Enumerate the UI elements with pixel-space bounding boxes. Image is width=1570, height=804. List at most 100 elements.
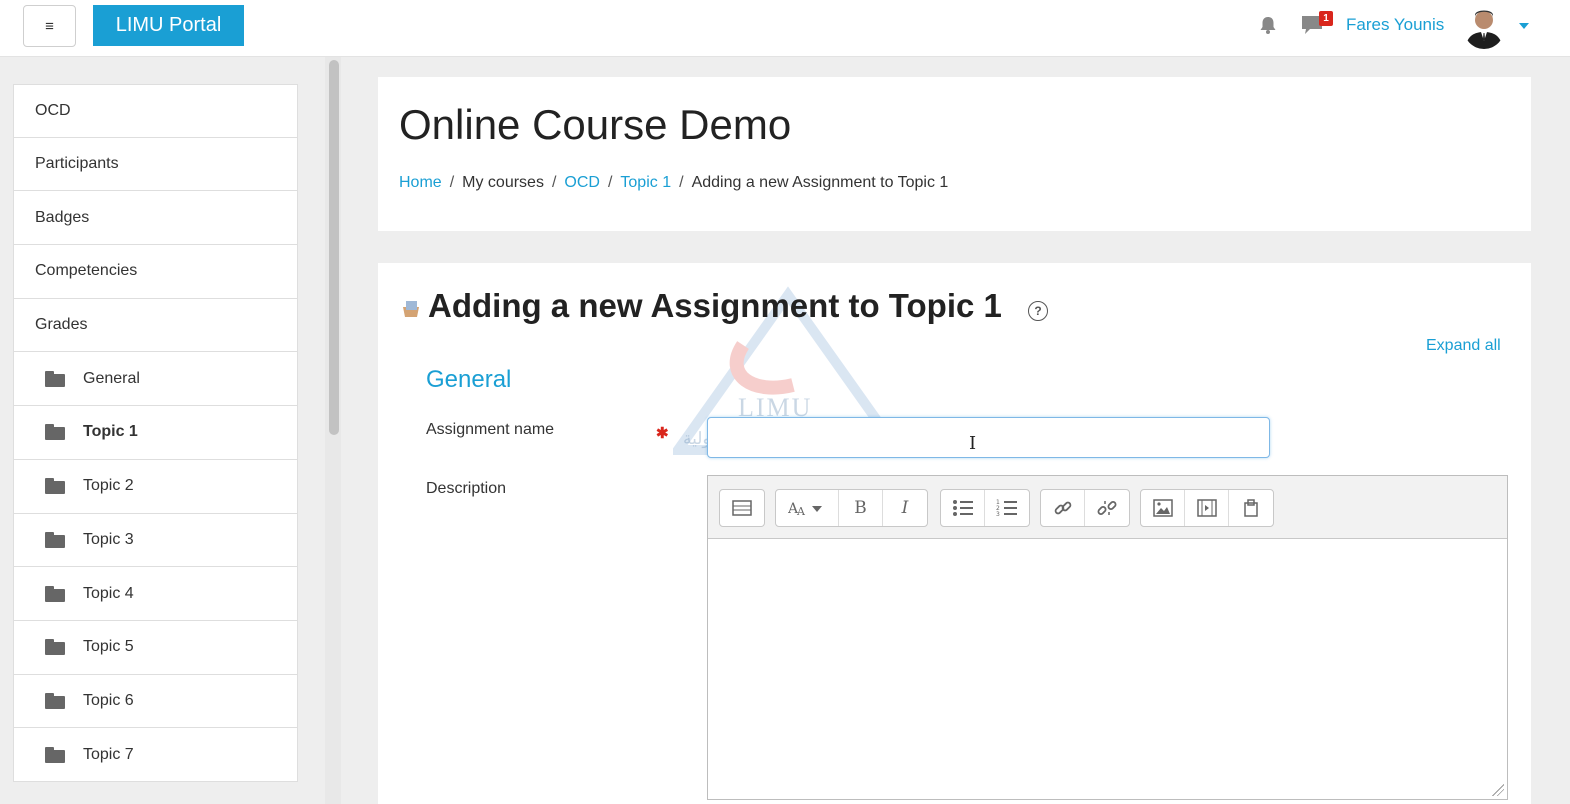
expand-all-link[interactable]: Expand all <box>1426 337 1501 355</box>
files-icon <box>1244 499 1258 517</box>
sidebar-item-label: Grades <box>35 316 88 334</box>
required-icon: ✱ <box>656 425 669 442</box>
sidebar-item-label: Topic 3 <box>83 530 134 548</box>
insert-media-button[interactable] <box>1185 490 1229 526</box>
form-heading: Adding a new Assignment to Topic 1 <box>428 287 1002 324</box>
user-name-link[interactable]: Fares Younis <box>1346 15 1444 35</box>
breadcrumb-separator: / <box>449 174 455 191</box>
sidebar-item-label: Topic 7 <box>83 745 134 763</box>
breadcrumb-separator: / <box>551 174 557 191</box>
menu-toggle-button[interactable]: ≡ <box>23 5 76 47</box>
resize-handle-icon[interactable] <box>1492 784 1504 796</box>
sidebar-item-label: Topic 1 <box>83 423 138 441</box>
sidebar-item-competencies[interactable]: Competencies <box>13 245 298 299</box>
breadcrumb: Home / My courses / OCD / Topic 1 / Addi… <box>399 174 948 192</box>
bullet-list-icon <box>952 500 973 516</box>
sidebar-item-topic-2[interactable]: Topic 2 <box>13 459 298 514</box>
sidebar-item-label: Competencies <box>35 262 138 280</box>
folder-icon <box>45 370 65 387</box>
sidebar-item-topic-5[interactable]: Topic 5 <box>13 620 298 675</box>
italic-icon: I <box>901 498 909 518</box>
sidebar-item-grades[interactable]: Grades <box>13 298 298 353</box>
video-icon <box>1196 499 1217 517</box>
toolbar-group-toggle <box>719 489 765 527</box>
message-count-badge: 1 <box>1319 11 1333 26</box>
sidebar-item-label: OCD <box>35 101 71 119</box>
chevron-down-icon[interactable] <box>1519 23 1529 29</box>
folder-icon <box>45 424 65 441</box>
paragraph-style-dropdown[interactable]: AA <box>776 490 839 526</box>
toolbar-group-media <box>1140 489 1274 527</box>
sidebar-item-label: General <box>83 369 140 387</box>
bold-icon: B <box>854 498 867 518</box>
sidebar-item-badges[interactable]: Badges <box>13 191 298 246</box>
sidebar-item-general[interactable]: General <box>13 352 298 407</box>
description-label: Description <box>426 480 507 497</box>
sidebar-item-label: Topic 4 <box>83 584 134 602</box>
sidebar-item-ocd[interactable]: OCD <box>13 84 298 138</box>
hamburger-icon: ≡ <box>45 17 54 35</box>
top-navbar: ≡ LIMU Portal 1 Fares Younis <box>0 0 1570 57</box>
breadcrumb-home-link[interactable]: Home <box>399 174 442 192</box>
sidebar-item-label: Badges <box>35 208 90 226</box>
sidebar-item-label: Participants <box>35 155 119 173</box>
sidebar-item-topic-4[interactable]: Topic 4 <box>13 567 298 621</box>
description-editor: AA B I 123 <box>707 475 1508 800</box>
user-avatar[interactable] <box>1463 5 1505 49</box>
breadcrumb-course-link[interactable]: OCD <box>564 174 600 192</box>
folder-icon <box>45 531 65 548</box>
page-header: Online Course Demo Home / My courses / O… <box>378 77 1531 231</box>
assignment-form-card: LIMU الجامعة الليبية الدولية Adding a ne… <box>378 263 1531 804</box>
sidebar-scrollbar-thumb[interactable] <box>329 60 339 435</box>
ordered-list-button[interactable]: 123 <box>985 490 1029 526</box>
assignment-name-input[interactable] <box>707 417 1270 458</box>
avatar-image <box>1465 10 1503 49</box>
breadcrumb-separator: / <box>607 174 613 191</box>
sidebar-item-topic-1[interactable]: Topic 1 <box>13 406 298 460</box>
link-button[interactable] <box>1041 490 1085 526</box>
numbered-list-icon: 123 <box>996 499 1017 517</box>
folder-icon <box>45 478 65 495</box>
description-textarea[interactable] <box>708 539 1507 799</box>
bold-button[interactable]: B <box>839 490 883 526</box>
manage-files-button[interactable] <box>1229 490 1273 526</box>
sidebar-item-participants[interactable]: Participants <box>13 137 298 192</box>
unlink-button[interactable] <box>1085 490 1129 526</box>
show-more-buttons[interactable] <box>720 490 764 526</box>
folder-icon <box>45 692 65 709</box>
svg-text:3: 3 <box>996 511 1000 517</box>
insert-image-button[interactable] <box>1141 490 1185 526</box>
toolbar-group-links <box>1040 489 1130 527</box>
sidebar-item-topic-3[interactable]: Topic 3 <box>13 513 298 568</box>
sidebar-item-label: Topic 6 <box>83 691 134 709</box>
bell-icon[interactable] <box>1257 14 1279 36</box>
text-cursor-icon: I <box>969 433 977 454</box>
sidebar-item-topic-6[interactable]: Topic 6 <box>13 674 298 729</box>
svg-text:A: A <box>796 505 806 517</box>
breadcrumb-separator: / <box>679 174 684 191</box>
breadcrumb-my-courses: My courses <box>462 174 544 191</box>
assignment-icon <box>403 301 419 317</box>
section-general-toggle[interactable]: General <box>426 366 511 394</box>
unlink-icon <box>1097 501 1117 515</box>
sidebar-item-topic-7[interactable]: Topic 7 <box>13 728 298 782</box>
brand-logo-link[interactable]: LIMU Portal <box>93 5 244 46</box>
folder-icon <box>45 585 65 602</box>
link-icon <box>1054 501 1071 515</box>
help-icon[interactable]: ? <box>1028 301 1048 321</box>
breadcrumb-current: Adding a new Assignment to Topic 1 <box>691 174 949 191</box>
unordered-list-button[interactable] <box>941 490 985 526</box>
image-icon <box>1152 499 1173 517</box>
font-style-icon: AA <box>788 501 822 517</box>
folder-icon <box>45 746 65 763</box>
toolbar-group-style: AA B I <box>775 489 928 527</box>
toolbar-group-lists: 123 <box>940 489 1030 527</box>
breadcrumb-topic-link[interactable]: Topic 1 <box>620 174 671 192</box>
sidebar-item-label: Topic 2 <box>83 477 134 495</box>
page-title: Online Course Demo <box>399 101 792 148</box>
folder-icon <box>45 639 65 656</box>
italic-button[interactable]: I <box>883 490 927 526</box>
course-nav-drawer: OCD Participants Badges Competencies Gra… <box>13 84 298 782</box>
editor-toolbar: AA B I 123 <box>708 476 1507 539</box>
sidebar-item-label: Topic 5 <box>83 638 134 656</box>
